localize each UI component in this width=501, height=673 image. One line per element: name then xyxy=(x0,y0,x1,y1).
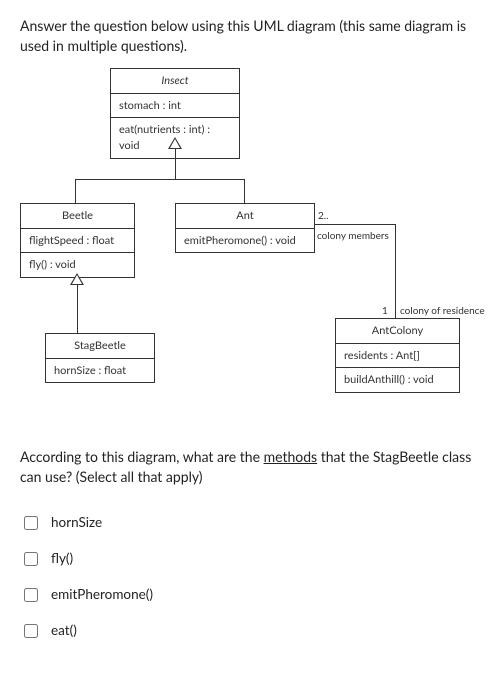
option-label: eat() xyxy=(51,621,77,641)
question-text: According to this diagram, what are the … xyxy=(20,447,481,488)
uml-antcolony-op: buildAnthill() : void xyxy=(335,367,460,393)
question-pre: According to this diagram, what are the xyxy=(20,448,264,465)
question-underline: methods xyxy=(264,448,318,465)
option-label: hornSize xyxy=(51,513,102,533)
option-label: emitPheromone() xyxy=(51,585,153,605)
option-hornsize[interactable]: hornSize xyxy=(20,505,481,541)
uml-insect-name: Insect xyxy=(110,68,240,94)
uml-beetle-name: Beetle xyxy=(20,203,135,229)
uml-class-beetle: Beetle flightSpeed : float fly() : void xyxy=(20,204,135,279)
option-fly[interactable]: fly() xyxy=(20,541,481,577)
uml-antcolony-name: AntColony xyxy=(335,318,460,344)
checkbox-emitpheromone[interactable] xyxy=(24,588,38,602)
checkbox-hornsize[interactable] xyxy=(24,516,38,530)
intro-text: Answer the question below using this UML… xyxy=(20,16,481,57)
assoc-role-ant: colony members xyxy=(317,229,389,244)
generalization-arrow-insect xyxy=(168,137,182,149)
uml-class-antcolony: AntColony residents : Ant[] buildAnthill… xyxy=(335,319,460,394)
uml-stagbeetle-attr: hornSize : float xyxy=(45,358,155,384)
uml-ant-name: Ant xyxy=(175,203,315,229)
uml-class-ant: Ant emitPheromone() : void xyxy=(175,204,315,254)
checkbox-fly[interactable] xyxy=(24,552,38,566)
uml-insect-attr: stomach : int xyxy=(110,93,240,119)
uml-beetle-attr: flightSpeed : float xyxy=(20,228,135,254)
uml-antcolony-attr: residents : Ant[] xyxy=(335,343,460,369)
uml-class-stagbeetle: StagBeetle hornSize : float xyxy=(45,334,155,384)
checkbox-eat[interactable] xyxy=(24,624,38,638)
uml-stagbeetle-name: StagBeetle xyxy=(45,333,155,359)
assoc-mult-colony: 1 xyxy=(382,304,388,319)
assoc-mult-ant: 2.. xyxy=(318,209,329,224)
option-label: fly() xyxy=(51,549,73,569)
generalization-arrow-beetle xyxy=(70,273,84,285)
uml-ant-op: emitPheromone() : void xyxy=(175,228,315,254)
assoc-role-colony: colony of residence xyxy=(400,304,485,319)
option-eat[interactable]: eat() xyxy=(20,613,481,649)
uml-diagram: Insect stomach : int eat(nutrients : int… xyxy=(20,69,481,429)
option-emitpheromone[interactable]: emitPheromone() xyxy=(20,577,481,613)
